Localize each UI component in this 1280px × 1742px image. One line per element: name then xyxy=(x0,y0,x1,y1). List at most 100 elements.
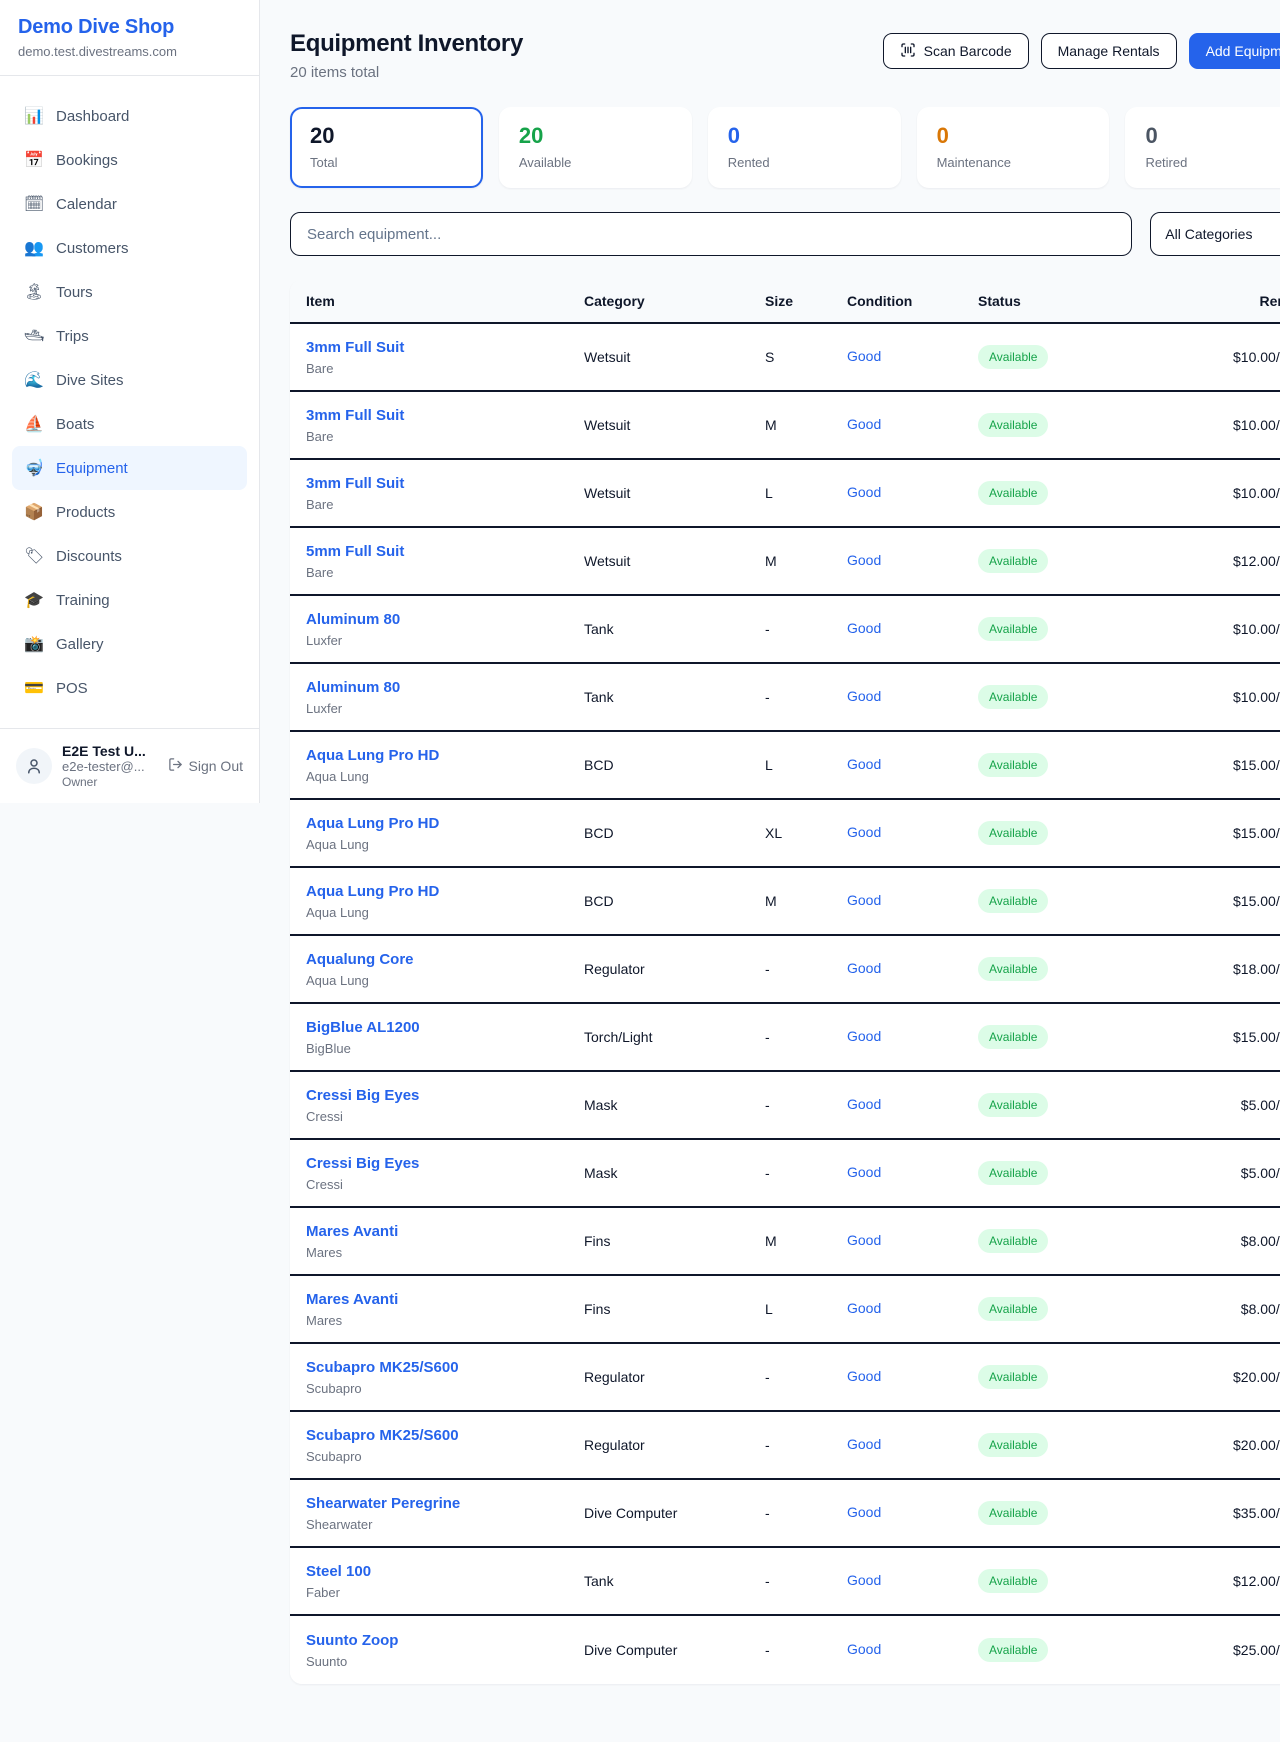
stat-value: 20 xyxy=(519,123,672,149)
item-name-link[interactable]: Mares Avanti xyxy=(306,1223,398,1240)
item-name-link[interactable]: Shearwater Peregrine xyxy=(306,1495,460,1512)
item-condition-link[interactable]: Good xyxy=(847,824,881,840)
item-name-link[interactable]: Mares Avanti xyxy=(306,1291,398,1308)
brand-title[interactable]: Demo Dive Shop xyxy=(18,16,241,39)
item-condition-link[interactable]: Good xyxy=(847,756,881,772)
item-name-link[interactable]: 5mm Full Suit xyxy=(306,543,404,560)
table-row[interactable]: Aqua Lung Pro HD Aqua Lung BCD XL Good A… xyxy=(290,800,1280,868)
item-name-link[interactable]: Scubapro MK25/S600 xyxy=(306,1427,459,1444)
item-category: BCD xyxy=(584,825,765,841)
scan-barcode-button[interactable]: Scan Barcode xyxy=(883,33,1029,69)
item-category: Dive Computer xyxy=(584,1642,765,1658)
table-row[interactable]: 3mm Full Suit Bare Wetsuit S Good Availa… xyxy=(290,324,1280,392)
item-rental: $20.00/day xyxy=(1233,1437,1280,1453)
stat-label: Maintenance xyxy=(937,155,1090,170)
table-row[interactable]: Steel 100 Faber Tank - Good Available $1… xyxy=(290,1548,1280,1616)
item-condition-link[interactable]: Good xyxy=(847,1572,881,1588)
item-condition-link[interactable]: Good xyxy=(847,1641,881,1657)
item-condition-link[interactable]: Good xyxy=(847,1028,881,1044)
item-condition-link[interactable]: Good xyxy=(847,688,881,704)
table-row[interactable]: Cressi Big Eyes Cressi Mask - Good Avail… xyxy=(290,1072,1280,1140)
item-rental: $8.00/day xyxy=(1233,1301,1280,1317)
sidebar-item-training[interactable]: 🎓 Training xyxy=(12,578,247,622)
table-row[interactable]: Mares Avanti Mares Fins L Good Available… xyxy=(290,1276,1280,1344)
item-category: Tank xyxy=(584,621,765,637)
table-row[interactable]: Aluminum 80 Luxfer Tank - Good Available… xyxy=(290,596,1280,664)
item-name-link[interactable]: Cressi Big Eyes xyxy=(306,1155,419,1172)
item-name-link[interactable]: Aqua Lung Pro HD xyxy=(306,747,439,764)
manage-rentals-button[interactable]: Manage Rentals xyxy=(1041,33,1177,69)
discounts-icon: 🏷 xyxy=(24,546,44,566)
item-brand: Luxfer xyxy=(306,633,584,648)
table-row[interactable]: 3mm Full Suit Bare Wetsuit L Good Availa… xyxy=(290,460,1280,528)
sidebar-item-discounts[interactable]: 🏷 Discounts xyxy=(12,534,247,578)
item-name-link[interactable]: 3mm Full Suit xyxy=(306,339,404,356)
item-condition-link[interactable]: Good xyxy=(847,1300,881,1316)
category-filter-select[interactable]: All Categories xyxy=(1150,212,1280,256)
item-condition-link[interactable]: Good xyxy=(847,1164,881,1180)
stat-card-retired[interactable]: 0 Retired xyxy=(1125,107,1280,188)
item-condition-link[interactable]: Good xyxy=(847,1504,881,1520)
item-name-link[interactable]: Scubapro MK25/S600 xyxy=(306,1359,459,1376)
item-name-link[interactable]: Aluminum 80 xyxy=(306,679,400,696)
table-row[interactable]: Aluminum 80 Luxfer Tank - Good Available… xyxy=(290,664,1280,732)
item-name-link[interactable]: Aqualung Core xyxy=(306,951,414,968)
search-input[interactable] xyxy=(290,212,1132,256)
sidebar-item-equipment[interactable]: 🤿 Equipment xyxy=(12,446,247,490)
stat-card-available[interactable]: 20 Available xyxy=(499,107,692,188)
item-condition-link[interactable]: Good xyxy=(847,1436,881,1452)
sidebar-item-products[interactable]: 📦 Products xyxy=(12,490,247,534)
sidebar-item-pos[interactable]: 💳 POS xyxy=(12,666,247,710)
sidebar-item-customers[interactable]: 👥 Customers xyxy=(12,226,247,270)
table-row[interactable]: BigBlue AL1200 BigBlue Torch/Light - Goo… xyxy=(290,1004,1280,1072)
table-row[interactable]: Suunto Zoop Suunto Dive Computer - Good … xyxy=(290,1616,1280,1684)
item-condition-link[interactable]: Good xyxy=(847,892,881,908)
item-condition-link[interactable]: Good xyxy=(847,1096,881,1112)
table-row[interactable]: 5mm Full Suit Bare Wetsuit M Good Availa… xyxy=(290,528,1280,596)
table-row[interactable]: Mares Avanti Mares Fins M Good Available… xyxy=(290,1208,1280,1276)
table-row[interactable]: Aqua Lung Pro HD Aqua Lung BCD M Good Av… xyxy=(290,868,1280,936)
table-row[interactable]: Aqua Lung Pro HD Aqua Lung BCD L Good Av… xyxy=(290,732,1280,800)
table-row[interactable]: Cressi Big Eyes Cressi Mask - Good Avail… xyxy=(290,1140,1280,1208)
sidebar-item-dashboard[interactable]: 📊 Dashboard xyxy=(12,94,247,138)
table-row[interactable]: Aqualung Core Aqua Lung Regulator - Good… xyxy=(290,936,1280,1004)
sidebar-item-boats[interactable]: ⛵ Boats xyxy=(12,402,247,446)
add-equipment-button[interactable]: Add Equipment xyxy=(1189,33,1280,69)
table-row[interactable]: Scubapro MK25/S600 Scubapro Regulator - … xyxy=(290,1412,1280,1480)
sidebar-item-trips[interactable]: 🛥 Trips xyxy=(12,314,247,358)
stat-card-maintenance[interactable]: 0 Maintenance xyxy=(917,107,1110,188)
item-brand: Bare xyxy=(306,361,584,376)
sidebar-item-calendar[interactable]: 🗓 Calendar xyxy=(12,182,247,226)
item-name-link[interactable]: BigBlue AL1200 xyxy=(306,1019,420,1036)
item-name-link[interactable]: 3mm Full Suit xyxy=(306,475,404,492)
item-name-link[interactable]: Steel 100 xyxy=(306,1563,371,1580)
item-condition-link[interactable]: Good xyxy=(847,620,881,636)
sidebar-item-tours[interactable]: 🏝 Tours xyxy=(12,270,247,314)
sidebar-item-label: Dashboard xyxy=(56,108,129,125)
item-name-link[interactable]: Suunto Zoop xyxy=(306,1632,398,1649)
table-row[interactable]: 3mm Full Suit Bare Wetsuit M Good Availa… xyxy=(290,392,1280,460)
item-condition-link[interactable]: Good xyxy=(847,416,881,432)
item-condition-link[interactable]: Good xyxy=(847,552,881,568)
item-condition-link[interactable]: Good xyxy=(847,348,881,364)
stat-card-rented[interactable]: 0 Rented xyxy=(708,107,901,188)
item-cell: Aqua Lung Pro HD Aqua Lung xyxy=(306,747,584,784)
sidebar-item-bookings[interactable]: 📅 Bookings xyxy=(12,138,247,182)
item-condition-link[interactable]: Good xyxy=(847,1232,881,1248)
item-condition-link[interactable]: Good xyxy=(847,960,881,976)
item-cell: 3mm Full Suit Bare xyxy=(306,339,584,376)
item-condition-link[interactable]: Good xyxy=(847,1368,881,1384)
sidebar-item-gallery[interactable]: 📸 Gallery xyxy=(12,622,247,666)
item-name-link[interactable]: Aqua Lung Pro HD xyxy=(306,815,439,832)
item-name-link[interactable]: Aqua Lung Pro HD xyxy=(306,883,439,900)
sign-out-button[interactable]: Sign Out xyxy=(168,757,243,775)
item-brand: Aqua Lung xyxy=(306,769,584,784)
stat-card-total[interactable]: 20 Total xyxy=(290,107,483,188)
table-row[interactable]: Shearwater Peregrine Shearwater Dive Com… xyxy=(290,1480,1280,1548)
item-name-link[interactable]: Cressi Big Eyes xyxy=(306,1087,419,1104)
item-name-link[interactable]: 3mm Full Suit xyxy=(306,407,404,424)
item-condition-link[interactable]: Good xyxy=(847,484,881,500)
item-name-link[interactable]: Aluminum 80 xyxy=(306,611,400,628)
table-row[interactable]: Scubapro MK25/S600 Scubapro Regulator - … xyxy=(290,1344,1280,1412)
sidebar-item-dive-sites[interactable]: 🌊 Dive Sites xyxy=(12,358,247,402)
